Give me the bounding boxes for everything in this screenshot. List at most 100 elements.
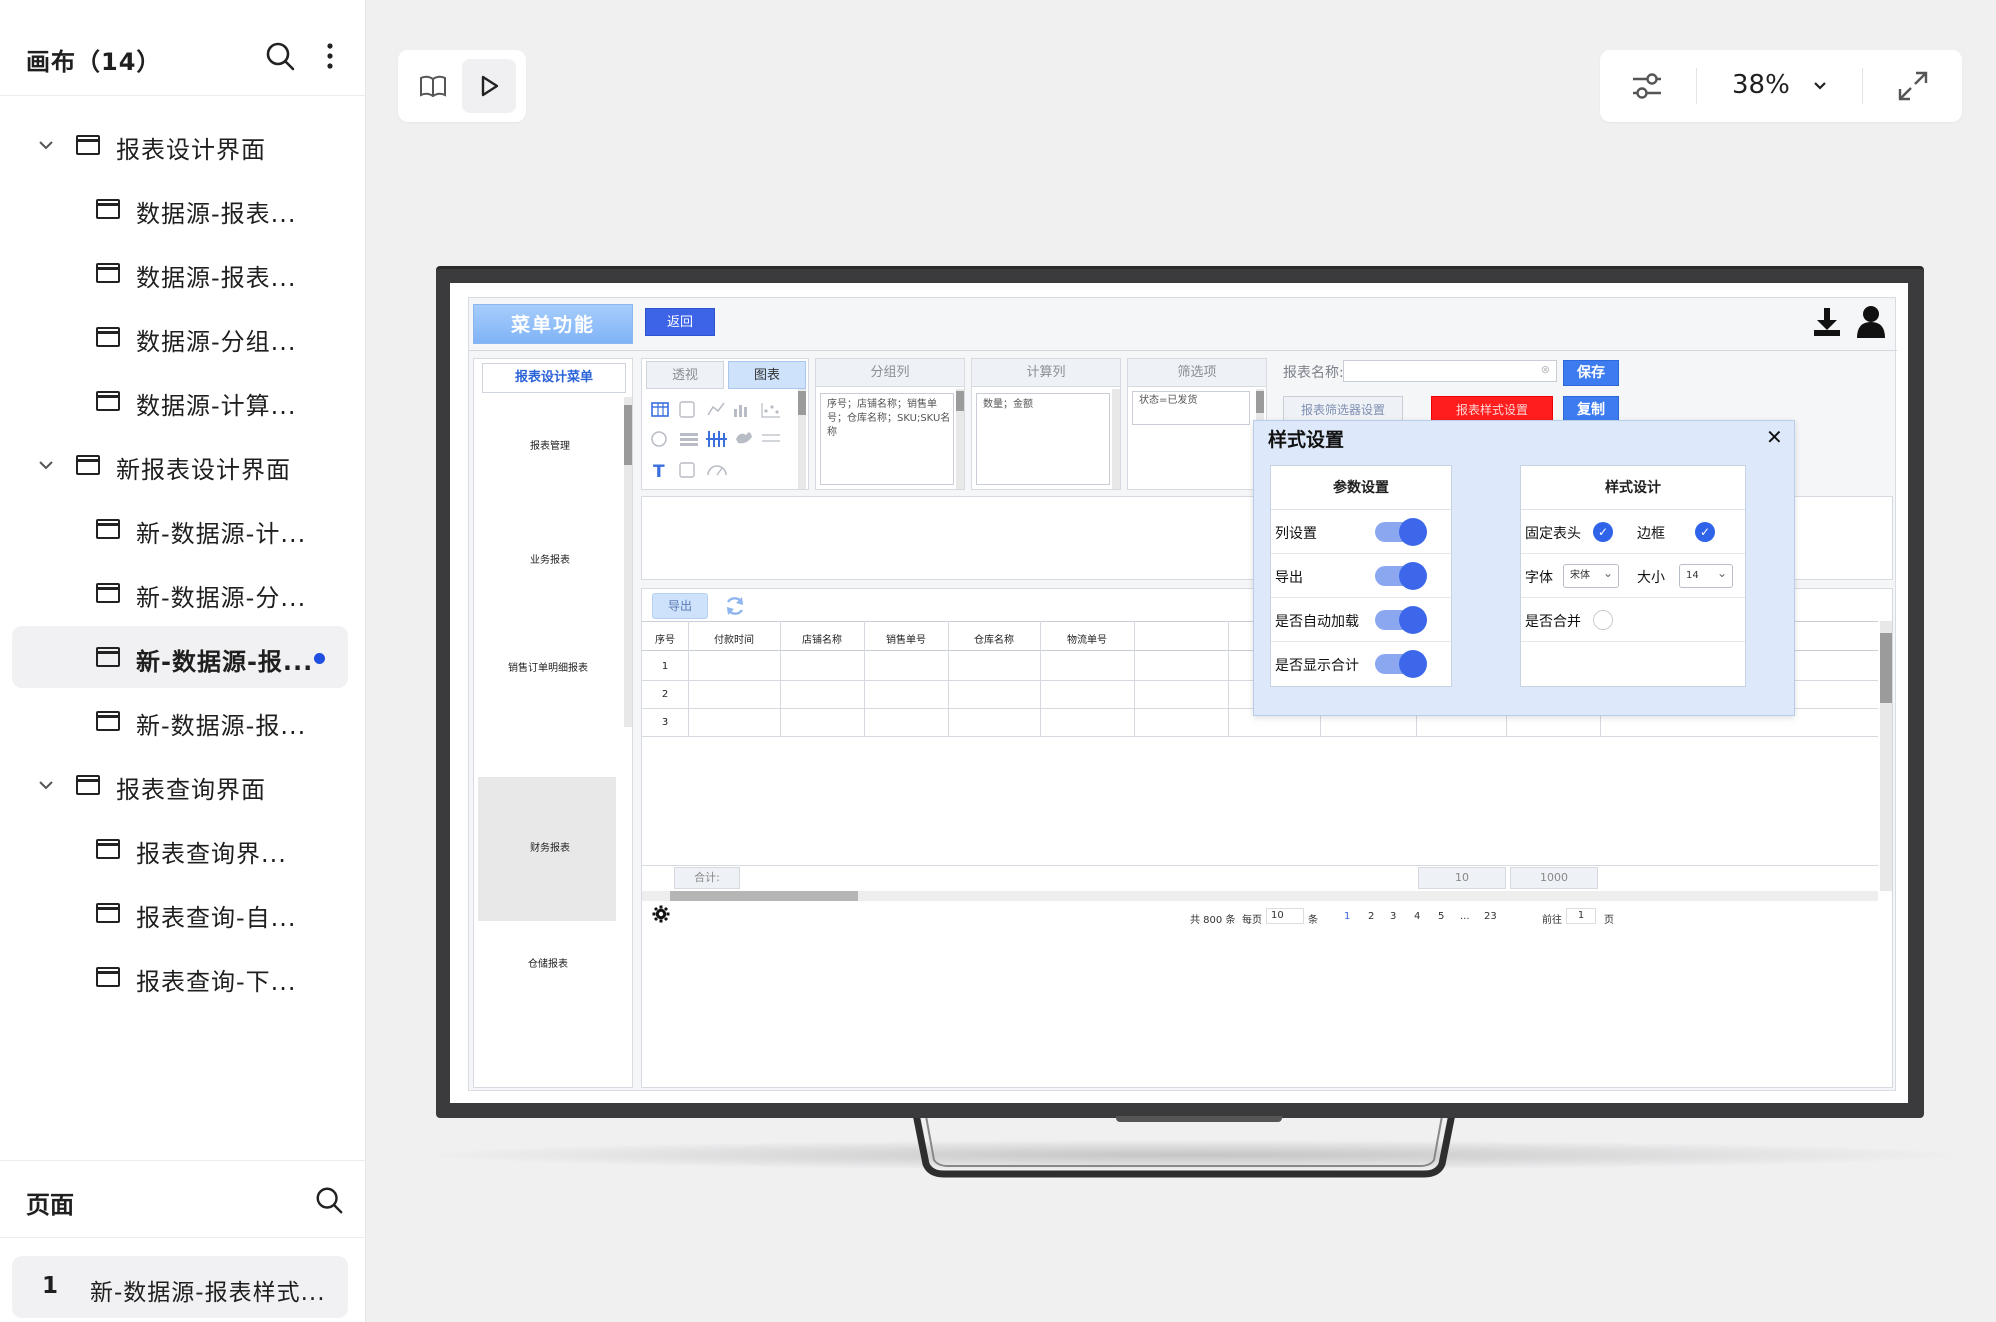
clear-icon[interactable]: ⊗ — [1541, 363, 1550, 376]
style-row: 是否合并 — [1521, 598, 1745, 642]
menu-item-sales-order-report[interactable]: 销售订单明细报表 — [508, 659, 588, 674]
export-toggle[interactable] — [1375, 562, 1427, 590]
menu-scroll-thumb[interactable] — [624, 405, 632, 465]
tree-item[interactable]: 新-数据源-报... — [12, 690, 348, 752]
menu-function-button[interactable]: 菜单功能 — [473, 304, 633, 344]
settings-sliders-icon[interactable] — [1620, 59, 1674, 113]
tree-item[interactable]: 新-数据源-分... — [12, 562, 348, 624]
param-label: 列设置 — [1275, 526, 1317, 542]
user-icon[interactable] — [1855, 304, 1887, 338]
tree-item[interactable]: 数据源-计算... — [12, 370, 348, 432]
back-button[interactable]: 返回 — [645, 308, 715, 336]
page-list-item[interactable]: 1 新-数据源-报表样式... — [12, 1256, 348, 1318]
column-header: 序号 — [655, 635, 675, 646]
table-scroll-thumb[interactable] — [1880, 633, 1892, 703]
chevron-down-icon[interactable] — [38, 137, 54, 153]
tree-item[interactable]: 数据源-报表... — [12, 178, 348, 240]
menu-item-business-report[interactable]: 业务报表 — [530, 551, 570, 566]
tree-item[interactable]: 数据源-报表... — [12, 242, 348, 304]
tab-pivot[interactable]: 透视 — [646, 361, 724, 389]
param-row: 导出 — [1271, 554, 1451, 598]
frame-icon — [96, 711, 120, 731]
frame-icon — [96, 327, 120, 347]
report-name-label: 报表名称: — [1283, 365, 1344, 381]
font-select[interactable]: 宋体 — [1563, 562, 1619, 588]
book-icon[interactable] — [406, 59, 460, 113]
page-label: 新-数据源-报表样式... — [90, 1280, 326, 1306]
border-check-icon[interactable]: ✓ — [1695, 522, 1715, 542]
search-icon[interactable] — [264, 40, 296, 72]
page-number: 1 — [42, 1273, 59, 1299]
tree-item-active[interactable]: 新-数据源-报... — [12, 626, 348, 688]
divider — [642, 865, 1878, 866]
tree-item[interactable]: 报表查询-自... — [12, 882, 348, 944]
chevron-down-icon[interactable] — [38, 457, 54, 473]
page-link-4[interactable]: 4 — [1414, 911, 1420, 922]
pagination-total: 共 800 条 — [1190, 915, 1236, 926]
column-settings-toggle[interactable] — [1375, 518, 1427, 546]
chevron-down-icon[interactable] — [1812, 78, 1828, 94]
scrollbar[interactable] — [1112, 389, 1120, 489]
tree-item[interactable]: 新-数据源-计... — [12, 498, 348, 560]
param-label: 是否自动加载 — [1275, 614, 1359, 630]
goto-label: 前往 — [1542, 915, 1562, 926]
more-vertical-icon[interactable] — [314, 40, 346, 72]
export-button[interactable]: 导出 — [652, 593, 708, 619]
tree-item[interactable]: 报表查询界... — [12, 818, 348, 880]
search-icon[interactable] — [314, 1185, 344, 1215]
menu-item-report-management[interactable]: 报表管理 — [530, 437, 570, 452]
tree-item[interactable]: 数据源-分组... — [12, 306, 348, 368]
download-icon[interactable] — [1811, 306, 1843, 338]
column-header: 销售单号 — [886, 635, 926, 646]
fixed-header-check-icon[interactable]: ✓ — [1593, 522, 1613, 542]
report-name-input[interactable]: ⊗ — [1343, 360, 1557, 382]
close-icon[interactable]: ✕ — [1766, 425, 1783, 449]
scroll-thumb[interactable] — [956, 391, 964, 411]
save-button[interactable]: 保存 — [1563, 360, 1619, 386]
style-design-column: 样式设计 固定表头 ✓ 边框 ✓ 字体 宋体 大小 14 是否合并 — [1520, 465, 1746, 687]
tree-group-new-report-design[interactable]: 新报表设计界面 — [12, 434, 348, 496]
page-link-3[interactable]: 3 — [1390, 911, 1396, 922]
tree-group-report-query[interactable]: 报表查询界面 — [12, 754, 348, 816]
size-select[interactable]: 14 — [1679, 562, 1733, 588]
merge-radio[interactable] — [1593, 610, 1613, 630]
divider — [1862, 68, 1863, 104]
tree-label: 新-数据源-报... — [136, 648, 314, 676]
refresh-icon[interactable] — [724, 595, 746, 617]
filter-box[interactable]: 状态=已发货 — [1132, 391, 1250, 425]
total-value: 1000 — [1510, 867, 1598, 889]
zoom-level[interactable]: 38% — [1732, 70, 1790, 100]
svg-text:T: T — [653, 462, 665, 481]
page-link-last[interactable]: 23 — [1484, 911, 1497, 922]
menu-item-warehouse-report[interactable]: 仓储报表 — [528, 893, 568, 1037]
page-link-2[interactable]: 2 — [1368, 911, 1374, 922]
group-column-panel: 分组列 序号；店铺名称；销售单号；仓库名称；SKU;SKU名称 — [815, 358, 965, 490]
expand-icon[interactable] — [1886, 59, 1940, 113]
tree-item[interactable]: 报表查询-下... — [12, 946, 348, 1008]
chevron-down-icon[interactable] — [38, 777, 54, 793]
per-page-select[interactable]: 10 — [1266, 908, 1304, 924]
frame-icon — [96, 519, 120, 539]
col-divider — [688, 621, 689, 737]
chart-type-icons[interactable]: T — [650, 399, 796, 481]
goto-input[interactable]: 1 — [1566, 908, 1596, 924]
page-link-1[interactable]: 1 — [1344, 911, 1350, 922]
report-designer-app: 菜单功能 返回 报表设计菜单 报表管理 业务报表 销售订单明细报表 财务报表 仓… — [468, 297, 1897, 1091]
tv-stand — [912, 1114, 1456, 1178]
calc-column-box[interactable]: 数量；金额 — [976, 393, 1110, 485]
gear-icon[interactable] — [652, 905, 670, 923]
font-label: 字体 — [1525, 570, 1553, 586]
tree-group-report-design[interactable]: 报表设计界面 — [12, 114, 348, 176]
horizontal-scroll-thumb[interactable] — [670, 891, 858, 901]
frame-icon — [96, 199, 120, 219]
page-link-5[interactable]: 5 — [1438, 911, 1444, 922]
tab-chart[interactable]: 图表 — [728, 361, 806, 389]
sidebar-header: 画布（14） — [0, 0, 366, 96]
column-header: 仓库名称 — [974, 635, 1014, 646]
auto-load-toggle[interactable] — [1375, 606, 1427, 634]
scroll-thumb[interactable] — [1256, 391, 1264, 413]
group-column-box[interactable]: 序号；店铺名称；销售单号；仓库名称；SKU;SKU名称 — [820, 393, 954, 485]
show-total-toggle[interactable] — [1375, 650, 1427, 678]
scroll-thumb[interactable] — [798, 391, 806, 415]
play-icon[interactable] — [462, 59, 516, 113]
